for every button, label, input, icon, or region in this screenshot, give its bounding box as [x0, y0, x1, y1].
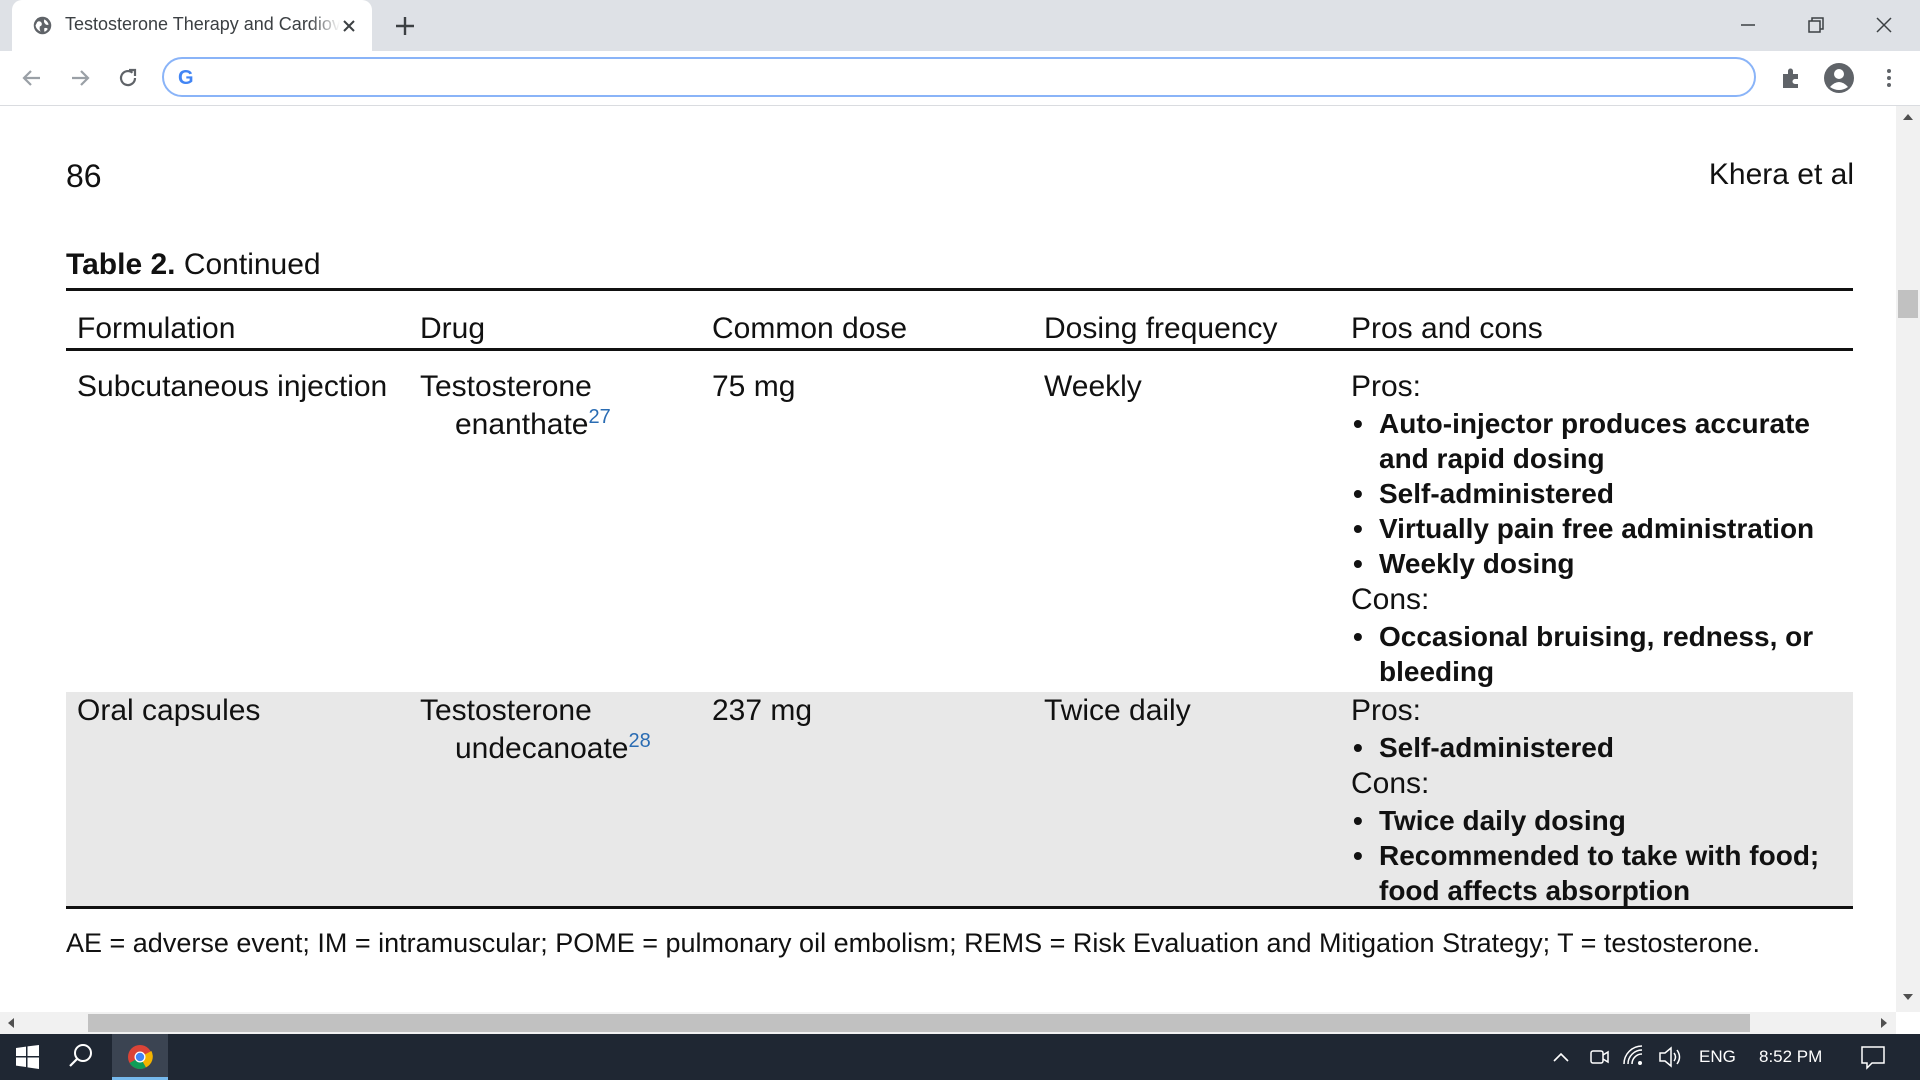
table-top-rule	[66, 288, 1853, 291]
forward-arrow-icon[interactable]	[66, 64, 94, 92]
kebab-menu-icon[interactable]	[1874, 63, 1904, 93]
row1-frequency: Weekly	[1044, 370, 1142, 403]
table-label: Table 2.	[66, 248, 176, 281]
row2-drug-name: Testosterone	[420, 694, 592, 727]
pros-label: Pros:	[1351, 370, 1422, 403]
running-head: Khera et al	[1708, 158, 1854, 191]
search-icon[interactable]	[64, 1034, 98, 1080]
address-input[interactable]	[210, 65, 1714, 93]
vertical-scrollbar[interactable]	[1896, 106, 1920, 1012]
cons-list: Twice daily dosing Recommended to take w…	[1351, 803, 1849, 908]
list-item: Occasional bruising, redness, or bleedin…	[1351, 619, 1849, 689]
tab-strip: Testosterone Therapy and Cardiovascular …	[0, 0, 1920, 51]
address-bar[interactable]: G	[162, 57, 1756, 97]
reference-link[interactable]: 28	[629, 730, 651, 752]
reload-icon[interactable]	[114, 64, 142, 92]
puzzle-extensions-icon[interactable]	[1776, 63, 1806, 93]
wifi-icon[interactable]	[1620, 1034, 1650, 1080]
column-header-drug: Drug	[420, 312, 486, 345]
list-item: Twice daily dosing	[1351, 803, 1849, 838]
close-icon[interactable]	[338, 15, 360, 37]
clock[interactable]: 8:52 PM	[1759, 1047, 1822, 1067]
row2-frequency: Twice daily	[1044, 694, 1191, 727]
chrome-icon	[128, 1045, 153, 1070]
horizontal-scroll-thumb[interactable]	[88, 1014, 1750, 1032]
cons-list: Occasional bruising, redness, or bleedin…	[1351, 619, 1849, 689]
row1-formulation: Subcutaneous injection	[77, 370, 388, 403]
row1-drug: Testosterone enanthate27	[420, 368, 611, 444]
reference-link[interactable]: 27	[588, 406, 610, 428]
row1-drug-name-2: enanthate	[455, 408, 589, 441]
restore-icon[interactable]	[1801, 10, 1831, 40]
chevron-up-icon[interactable]	[1548, 1034, 1574, 1080]
back-arrow-icon[interactable]	[18, 64, 46, 92]
notification-icon[interactable]	[1856, 1034, 1890, 1080]
vertical-scroll-thumb[interactable]	[1898, 290, 1918, 318]
windows-start-icon[interactable]	[10, 1034, 44, 1080]
browser-tab[interactable]: Testosterone Therapy and Cardiovascular …	[12, 0, 372, 51]
pros-list: Self-administered	[1351, 730, 1849, 765]
scroll-left-arrow-icon[interactable]	[8, 1018, 14, 1028]
row1-dose: 75 mg	[712, 370, 796, 403]
cons-label: Cons:	[1351, 583, 1430, 616]
meet-now-icon[interactable]	[1586, 1034, 1612, 1080]
close-window-icon[interactable]	[1869, 10, 1899, 40]
row2-drug: Testosterone undecanoate28	[420, 692, 651, 768]
pdf-viewport[interactable]: 86 Khera et al Table 2. Continued Formul…	[0, 106, 1896, 1012]
list-item: Virtually pain free administration	[1351, 511, 1849, 546]
tab-title: Testosterone Therapy and Cardiovascular …	[65, 14, 340, 35]
pros-label: Pros:	[1351, 694, 1422, 727]
row2-drug-name-2: undecanoate	[455, 732, 629, 765]
list-item: Self-administered	[1351, 476, 1849, 511]
row2-pros-cons: Pros: Self-administered Cons: Twice dail…	[1351, 692, 1849, 908]
table-bottom-rule	[66, 906, 1853, 909]
scroll-right-arrow-icon[interactable]	[1881, 1018, 1887, 1028]
browser-toolbar: G	[0, 51, 1920, 106]
list-item: Recommended to take with food; food affe…	[1351, 838, 1849, 908]
taskbar-chrome-app[interactable]	[112, 1034, 168, 1080]
row2-dose: 237 mg	[712, 694, 813, 727]
scroll-up-arrow-icon[interactable]	[1903, 114, 1913, 120]
page-number: 86	[66, 158, 102, 194]
language-indicator[interactable]: ENG	[1699, 1047, 1736, 1067]
globe-icon	[33, 16, 52, 35]
list-item: Weekly dosing	[1351, 546, 1849, 581]
minimize-icon[interactable]	[1733, 10, 1763, 40]
cons-label: Cons:	[1351, 767, 1430, 800]
column-header-formulation: Formulation	[77, 312, 236, 345]
list-item: Self-administered	[1351, 730, 1849, 765]
pros-list: Auto-injector produces accurate and rapi…	[1351, 406, 1849, 581]
speaker-icon[interactable]	[1656, 1034, 1686, 1080]
plus-icon[interactable]	[392, 13, 418, 39]
row1-pros-cons: Pros: Auto-injector produces accurate an…	[1351, 368, 1849, 689]
profile-icon[interactable]	[1822, 61, 1856, 95]
google-icon: G	[178, 67, 194, 89]
column-header-dosing-frequency: Dosing frequency	[1044, 312, 1278, 345]
table-caption: Table 2. Continued	[66, 248, 321, 282]
table-footnote: AE = adverse event; IM = intramuscular; …	[66, 928, 1761, 958]
windows-taskbar: ENG 8:52 PM	[0, 1034, 1920, 1080]
list-item: Auto-injector produces accurate and rapi…	[1351, 406, 1849, 476]
table-header-rule	[66, 348, 1853, 351]
column-header-common-dose: Common dose	[712, 312, 908, 345]
row2-formulation: Oral capsules	[77, 694, 261, 727]
scroll-down-arrow-icon[interactable]	[1903, 994, 1913, 1000]
table-caption-text: Continued	[175, 248, 321, 281]
column-header-pros-cons: Pros and cons	[1351, 312, 1543, 345]
row1-drug-name: Testosterone	[420, 370, 592, 403]
